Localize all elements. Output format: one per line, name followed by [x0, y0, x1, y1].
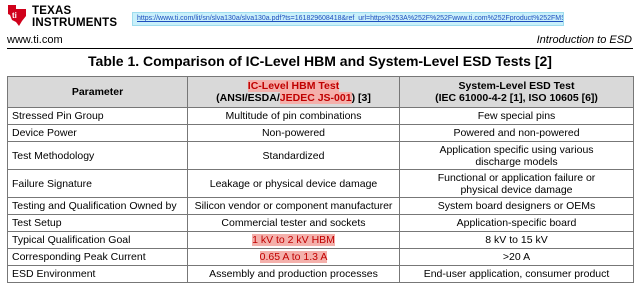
header-ic-title: IC-Level HBM Test	[247, 80, 340, 92]
svg-text:ti: ti	[12, 11, 17, 20]
row-ic-value: Non-powered	[187, 124, 400, 142]
row-param: Failure Signature	[7, 169, 188, 198]
row-param: Test Setup	[7, 214, 188, 232]
table-row: Typical Qualification Goal 1 kV to 2 kV …	[7, 231, 634, 249]
logo-text-line2: INSTRUMENTS	[32, 17, 118, 29]
header-system-level: System-Level ESD Test (IEC 61000-4-2 [1]…	[399, 76, 634, 108]
table-caption: Table 1. Comparison of IC-Level HBM and …	[88, 53, 552, 69]
row-param: Device Power	[7, 124, 188, 142]
row-ic-value: Silicon vendor or component manufacturer	[187, 197, 400, 215]
row-param: Typical Qualification Goal	[7, 231, 188, 249]
table-header-row: Parameter IC-Level HBM Test (ANSI/ESDA/J…	[7, 76, 634, 108]
row-sys-value: Powered and non-powered	[399, 124, 634, 142]
row-param: Testing and Qualification Owned by	[7, 197, 188, 215]
ti-logo: ti TEXAS INSTRUMENTS	[6, 3, 117, 29]
table-row: Test Methodology Standardized Applicatio…	[7, 141, 634, 170]
site-url: www.ti.com	[7, 34, 63, 46]
row-param: Stressed Pin Group	[7, 107, 188, 125]
row-ic-value: Assembly and production processes	[187, 265, 400, 283]
row-ic-value: Multitude of pin combinations	[187, 107, 400, 125]
highlighted-value: 0.65 A to 1.3 A	[259, 251, 328, 263]
row-ic-value: Standardized	[187, 141, 400, 170]
table-row: Failure Signature Leakage or physical de…	[7, 169, 634, 198]
row-sys-value: >20 A	[399, 248, 634, 266]
row-sys-value: 8 kV to 15 kV	[399, 231, 634, 249]
row-sys-value: End-user application, consumer product	[399, 265, 634, 283]
row-sys-value: Application specific using various discha…	[399, 141, 634, 170]
table-row: ESD Environment Assembly and production …	[7, 265, 634, 283]
header-ic-std-prefix: (ANSI/ESDA/	[216, 92, 280, 104]
header-sys-title: System-Level ESD Test	[458, 80, 575, 92]
url-link[interactable]: https://www.ti.com/lit/sn/slva130a/slva1…	[132, 12, 564, 26]
table-row: Testing and Qualification Owned by Silic…	[7, 197, 634, 215]
header-ic-std-highlight: JEDEC JS-001	[279, 92, 352, 104]
table-row: Device Power Non-powered Powered and non…	[7, 124, 634, 142]
row-param: Test Methodology	[7, 141, 188, 170]
row-ic-value: Commercial tester and sockets	[187, 214, 400, 232]
row-param: ESD Environment	[7, 265, 188, 283]
highlighted-value: 1 kV to 2 kV HBM	[252, 234, 335, 246]
logo-text-line1: TEXAS	[32, 5, 72, 17]
header-parameter: Parameter	[7, 76, 188, 108]
row-sys-value: Application-specific board	[399, 214, 634, 232]
comparison-table: Parameter IC-Level HBM Test (ANSI/ESDA/J…	[7, 76, 634, 283]
table-row: Test Setup Commercial tester and sockets…	[7, 214, 634, 232]
row-ic-value: 1 kV to 2 kV HBM	[187, 231, 400, 249]
row-ic-value: Leakage or physical device damage	[187, 169, 400, 198]
table-row: Corresponding Peak Current 0.65 A to 1.3…	[7, 248, 634, 266]
header-ic-level: IC-Level HBM Test (ANSI/ESDA/JEDEC JS-00…	[187, 76, 400, 108]
row-ic-value: 0.65 A to 1.3 A	[187, 248, 400, 266]
header-ic-std-suffix: ) [3]	[351, 92, 371, 104]
table-row: Stressed Pin Group Multitude of pin comb…	[7, 107, 634, 125]
header-rule	[7, 48, 633, 49]
row-param: Corresponding Peak Current	[7, 248, 188, 266]
header-sys-std: (IEC 61000-4-2 [1], ISO 10605 [6])	[435, 92, 598, 104]
row-sys-value: Functional or application failure or phys…	[399, 169, 634, 198]
texas-state-logo-icon: ti	[8, 5, 26, 26]
row-sys-value: Few special pins	[399, 107, 634, 125]
row-sys-value: System board designers or OEMs	[399, 197, 634, 215]
section-title: Introduction to ESD	[536, 34, 632, 46]
